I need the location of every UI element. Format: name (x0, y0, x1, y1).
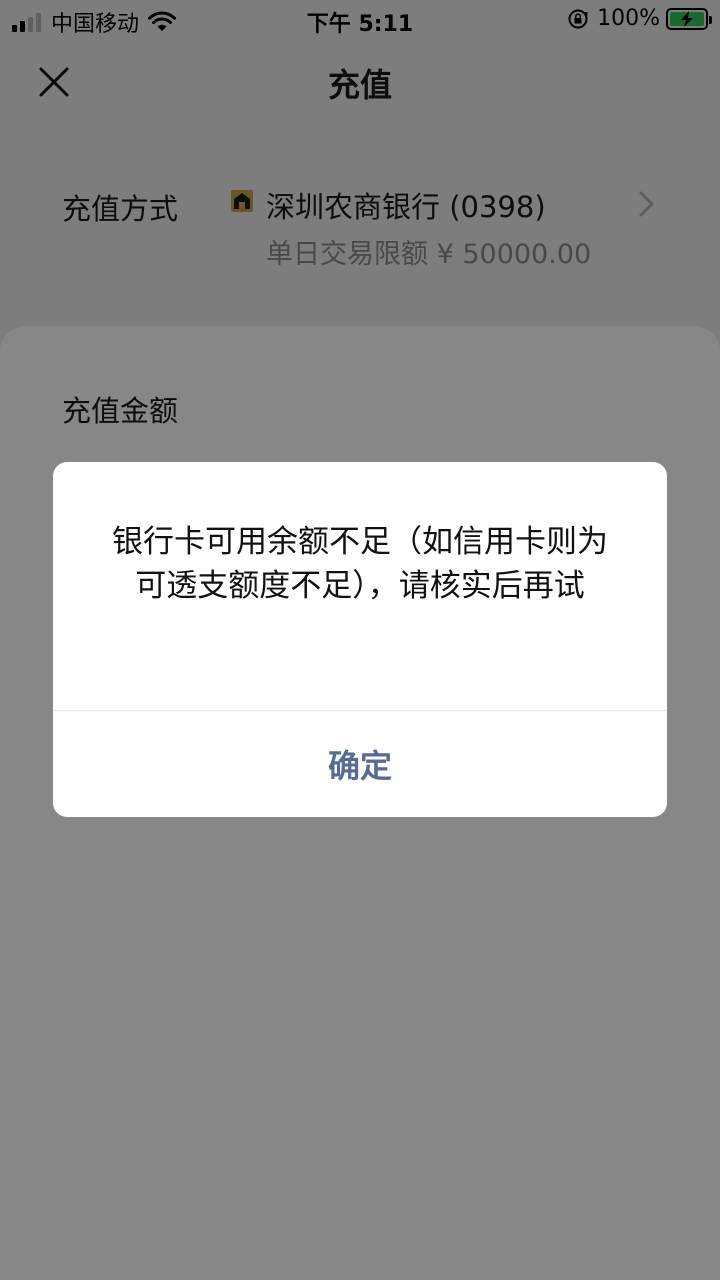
dialog-message: 银行卡可用余额不足（如信用卡则为可透支额度不足），请核实后再试 (112, 524, 608, 604)
alert-dialog: 银行卡可用余额不足（如信用卡则为可透支额度不足），请核实后再试 确定 (53, 462, 667, 817)
recharge-screen: 中国移动 下午 5:11 100% 充值 充值方式 深圳农商银行 (0398) … (0, 0, 720, 1280)
confirm-button[interactable]: 确定 (53, 711, 667, 817)
